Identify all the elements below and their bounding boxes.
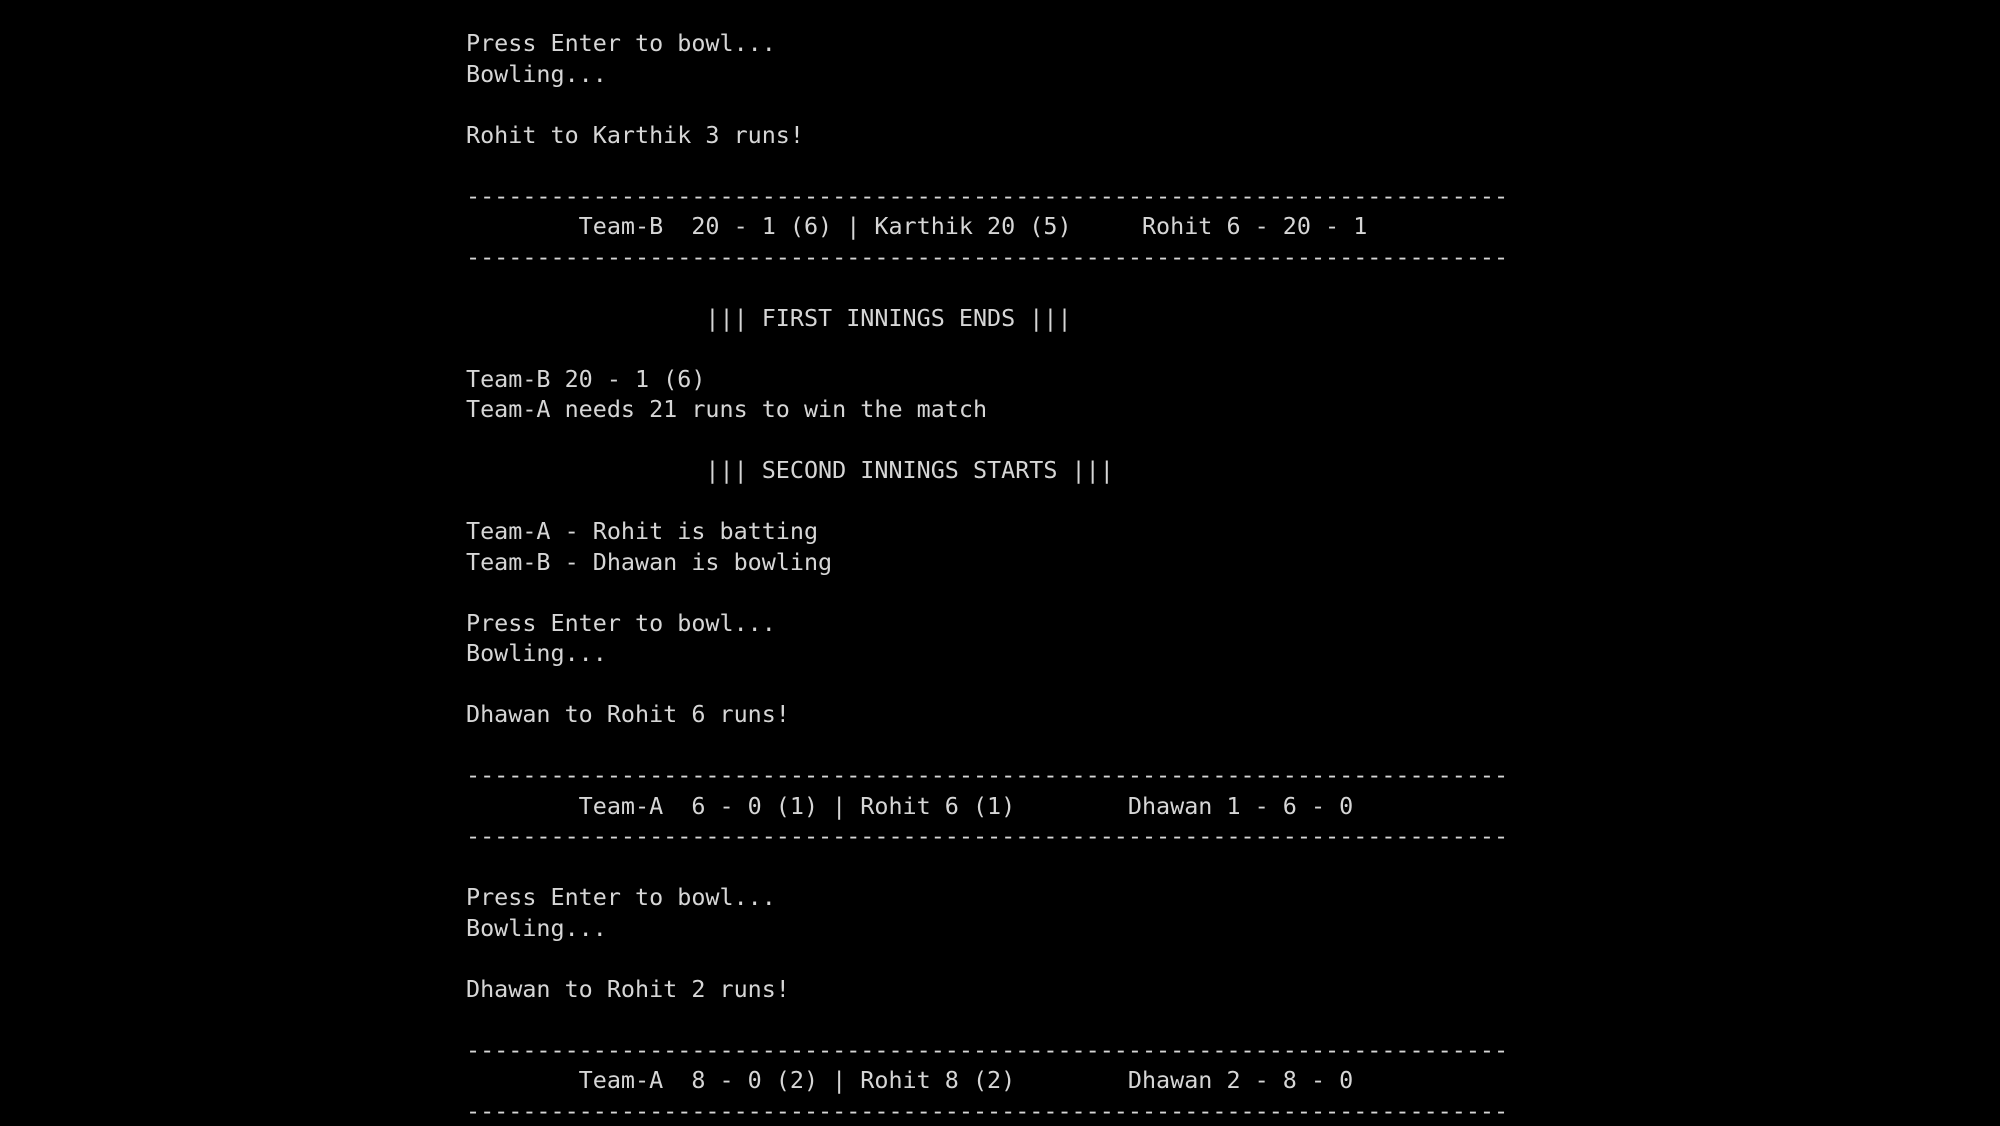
innings-banner: ||| FIRST INNINGS ENDS ||| (466, 303, 1496, 334)
scoreboard-divider: ----------------------------------------… (466, 242, 1496, 273)
scoreboard-divider: ----------------------------------------… (466, 821, 1496, 852)
console-line (466, 852, 1496, 883)
console-line: Bowling... (466, 913, 1496, 944)
console-line (466, 333, 1496, 364)
console-line: Press Enter to bowl... (466, 608, 1496, 639)
scoreboard-line: Team-A 8 - 0 (2) | Rohit 8 (2) Dhawan 2 … (466, 1065, 1496, 1096)
console-line: Rohit to Karthik 3 runs! (466, 120, 1496, 151)
scoreboard-line: Team-B 20 - 1 (6) | Karthik 20 (5) Rohit… (466, 211, 1496, 242)
console-line: Dhawan to Rohit 2 runs! (466, 974, 1496, 1005)
console-line (466, 943, 1496, 974)
console-line (466, 577, 1496, 608)
console-line: Press Enter to bowl... (466, 28, 1496, 59)
console-line: Dhawan to Rohit 6 runs! (466, 699, 1496, 730)
console-line (466, 425, 1496, 456)
console-line: Team-B - Dhawan is bowling (466, 547, 1496, 578)
innings-banner: ||| SECOND INNINGS STARTS ||| (466, 455, 1496, 486)
console-line: Bowling... (466, 59, 1496, 90)
console-line: Team-A - Rohit is batting (466, 516, 1496, 547)
console-output: Press Enter to bowl... Bowling... Rohit … (466, 28, 1496, 1126)
console-line: Team-A needs 21 runs to win the match (466, 394, 1496, 425)
scoreboard-divider: ----------------------------------------… (466, 1096, 1496, 1126)
console-line (466, 89, 1496, 120)
console-line (466, 1004, 1496, 1035)
console-line (466, 486, 1496, 517)
console-line: Team-B 20 - 1 (6) (466, 364, 1496, 395)
console-line (466, 730, 1496, 761)
console-line (466, 272, 1496, 303)
console-line: Press Enter to bowl... (466, 882, 1496, 913)
console-line: Bowling... (466, 638, 1496, 669)
scoreboard-divider: ----------------------------------------… (466, 1035, 1496, 1066)
console-line (466, 150, 1496, 181)
scoreboard-line: Team-A 6 - 0 (1) | Rohit 6 (1) Dhawan 1 … (466, 791, 1496, 822)
scoreboard-divider: ----------------------------------------… (466, 181, 1496, 212)
scoreboard-divider: ----------------------------------------… (466, 760, 1496, 791)
console-line (466, 669, 1496, 700)
